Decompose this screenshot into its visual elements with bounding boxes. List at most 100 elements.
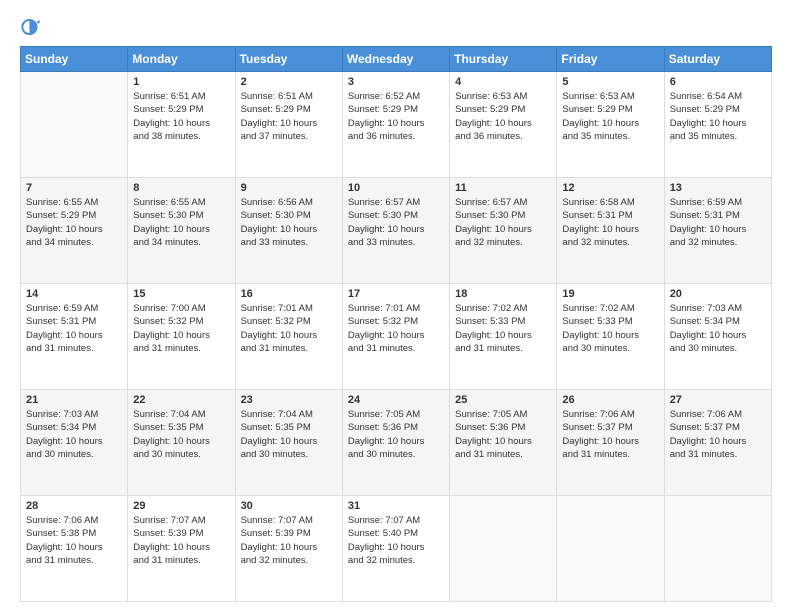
calendar-cell: 31 Sunrise: 7:07 AM Sunset: 5:40 PM Dayli… (342, 496, 449, 602)
day-info: Sunrise: 7:06 AM Sunset: 5:38 PM Dayligh… (26, 514, 122, 567)
calendar-cell: 30Sunrise: 7:07 AM Sunset: 5:39 PM Dayli… (235, 496, 342, 602)
calendar-cell: 24 Sunrise: 7:05 AM Sunset: 5:36 PM Dayli… (342, 390, 449, 496)
day-number: 28 (26, 500, 122, 512)
calendar-week-1: 1 Sunrise: 6:51 AM Sunset: 5:29 PM Daylig… (21, 72, 772, 178)
header (20, 16, 772, 38)
weekday-friday: Friday (557, 47, 664, 72)
calendar-cell: 15Sunrise: 7:00 AM Sunset: 5:32 PM Dayli… (128, 284, 235, 390)
day-number: 12 (562, 182, 658, 194)
day-info: Sunrise: 7:07 AM Sunset: 5:39 PM Dayligh… (133, 514, 229, 567)
calendar-cell (450, 496, 557, 602)
day-number: 1 (133, 76, 229, 88)
day-info: Sunrise: 6:58 AM Sunset: 5:31 PM Dayligh… (562, 196, 658, 249)
day-info: Sunrise: 7:04 AM Sunset: 5:35 PM Dayligh… (133, 408, 229, 461)
day-info: Sunrise: 6:51 AM Sunset: 5:29 PM Dayligh… (241, 90, 337, 143)
day-info: Sunrise: 6:55 AM Sunset: 5:29 PM Dayligh… (26, 196, 122, 249)
day-info: Sunrise: 6:54 AM Sunset: 5:29 PM Dayligh… (670, 90, 766, 143)
day-number: 8 (133, 182, 229, 194)
calendar-cell: 20 Sunrise: 7:03 AM Sunset: 5:34 PM Dayli… (664, 284, 771, 390)
calendar-cell: 10 Sunrise: 6:57 AM Sunset: 5:30 PM Dayli… (342, 178, 449, 284)
day-number: 10 (348, 182, 444, 194)
day-number: 19 (562, 288, 658, 300)
day-number: 25 (455, 394, 551, 406)
logo-icon (20, 16, 42, 38)
day-info: Sunrise: 7:07 AM Sunset: 5:40 PM Dayligh… (348, 514, 444, 567)
calendar-cell: 12 Sunrise: 6:58 AM Sunset: 5:31 PM Dayli… (557, 178, 664, 284)
day-info: Sunrise: 7:04 AM Sunset: 5:35 PM Dayligh… (241, 408, 337, 461)
day-info: Sunrise: 7:05 AM Sunset: 5:36 PM Dayligh… (455, 408, 551, 461)
calendar-cell: 18 Sunrise: 7:02 AM Sunset: 5:33 PM Dayli… (450, 284, 557, 390)
day-number: 4 (455, 76, 551, 88)
weekday-tuesday: Tuesday (235, 47, 342, 72)
day-info: Sunrise: 7:03 AM Sunset: 5:34 PM Dayligh… (670, 302, 766, 355)
day-number: 29 (133, 500, 229, 512)
day-number: 21 (26, 394, 122, 406)
day-info: Sunrise: 7:05 AM Sunset: 5:36 PM Dayligh… (348, 408, 444, 461)
day-number: 30 (241, 500, 337, 512)
calendar-cell (21, 72, 128, 178)
page: SundayMondayTuesdayWednesdayThursdayFrid… (0, 0, 792, 612)
day-number: 13 (670, 182, 766, 194)
calendar-week-5: 28 Sunrise: 7:06 AM Sunset: 5:38 PM Dayli… (21, 496, 772, 602)
weekday-sunday: Sunday (21, 47, 128, 72)
calendar-cell: 25 Sunrise: 7:05 AM Sunset: 5:36 PM Dayli… (450, 390, 557, 496)
calendar-cell: 29 Sunrise: 7:07 AM Sunset: 5:39 PM Dayli… (128, 496, 235, 602)
calendar-week-3: 14 Sunrise: 6:59 AM Sunset: 5:31 PM Dayli… (21, 284, 772, 390)
day-number: 3 (348, 76, 444, 88)
calendar-table: SundayMondayTuesdayWednesdayThursdayFrid… (20, 46, 772, 602)
day-number: 17 (348, 288, 444, 300)
calendar-cell: 17 Sunrise: 7:01 AM Sunset: 5:32 PM Dayli… (342, 284, 449, 390)
day-number: 16 (241, 288, 337, 300)
day-number: 20 (670, 288, 766, 300)
calendar-cell: 13Sunrise: 6:59 AM Sunset: 5:31 PM Dayli… (664, 178, 771, 284)
day-info: Sunrise: 7:03 AM Sunset: 5:34 PM Dayligh… (26, 408, 122, 461)
calendar-cell: 16Sunrise: 7:01 AM Sunset: 5:32 PM Dayli… (235, 284, 342, 390)
calendar-cell: 28 Sunrise: 7:06 AM Sunset: 5:38 PM Dayli… (21, 496, 128, 602)
day-number: 6 (670, 76, 766, 88)
day-info: Sunrise: 6:52 AM Sunset: 5:29 PM Dayligh… (348, 90, 444, 143)
calendar-cell: 21 Sunrise: 7:03 AM Sunset: 5:34 PM Dayli… (21, 390, 128, 496)
calendar-cell: 11 Sunrise: 6:57 AM Sunset: 5:30 PM Dayli… (450, 178, 557, 284)
day-number: 5 (562, 76, 658, 88)
day-number: 24 (348, 394, 444, 406)
weekday-saturday: Saturday (664, 47, 771, 72)
calendar-cell: 22 Sunrise: 7:04 AM Sunset: 5:35 PM Dayli… (128, 390, 235, 496)
day-info: Sunrise: 7:00 AM Sunset: 5:32 PM Dayligh… (133, 302, 229, 355)
day-info: Sunrise: 7:02 AM Sunset: 5:33 PM Dayligh… (455, 302, 551, 355)
day-number: 14 (26, 288, 122, 300)
calendar-cell: 1Sunrise: 6:51 AM Sunset: 5:29 PM Daylig… (128, 72, 235, 178)
calendar-cell: 7 Sunrise: 6:55 AM Sunset: 5:29 PM Daylig… (21, 178, 128, 284)
calendar-cell: 14 Sunrise: 6:59 AM Sunset: 5:31 PM Dayli… (21, 284, 128, 390)
calendar-cell: 26 Sunrise: 7:06 AM Sunset: 5:37 PM Dayli… (557, 390, 664, 496)
day-info: Sunrise: 6:55 AM Sunset: 5:30 PM Dayligh… (133, 196, 229, 249)
day-info: Sunrise: 6:57 AM Sunset: 5:30 PM Dayligh… (348, 196, 444, 249)
day-info: Sunrise: 6:59 AM Sunset: 5:31 PM Dayligh… (26, 302, 122, 355)
day-number: 11 (455, 182, 551, 194)
day-number: 18 (455, 288, 551, 300)
weekday-header-row: SundayMondayTuesdayWednesdayThursdayFrid… (21, 47, 772, 72)
day-info: Sunrise: 7:06 AM Sunset: 5:37 PM Dayligh… (562, 408, 658, 461)
calendar-cell (557, 496, 664, 602)
day-info: Sunrise: 6:53 AM Sunset: 5:29 PM Dayligh… (455, 90, 551, 143)
calendar-cell: 23 Sunrise: 7:04 AM Sunset: 5:35 PM Dayli… (235, 390, 342, 496)
calendar-cell: 19Sunrise: 7:02 AM Sunset: 5:33 PM Dayli… (557, 284, 664, 390)
day-number: 26 (562, 394, 658, 406)
weekday-wednesday: Wednesday (342, 47, 449, 72)
day-number: 22 (133, 394, 229, 406)
day-info: Sunrise: 6:53 AM Sunset: 5:29 PM Dayligh… (562, 90, 658, 143)
calendar-week-4: 21 Sunrise: 7:03 AM Sunset: 5:34 PM Dayli… (21, 390, 772, 496)
day-number: 31 (348, 500, 444, 512)
day-number: 7 (26, 182, 122, 194)
calendar-cell: 5 Sunrise: 6:53 AM Sunset: 5:29 PM Daylig… (557, 72, 664, 178)
day-info: Sunrise: 7:01 AM Sunset: 5:32 PM Dayligh… (348, 302, 444, 355)
calendar-cell: 4 Sunrise: 6:53 AM Sunset: 5:29 PM Daylig… (450, 72, 557, 178)
calendar-cell: 6 Sunrise: 6:54 AM Sunset: 5:29 PM Daylig… (664, 72, 771, 178)
day-info: Sunrise: 6:57 AM Sunset: 5:30 PM Dayligh… (455, 196, 551, 249)
weekday-thursday: Thursday (450, 47, 557, 72)
day-number: 23 (241, 394, 337, 406)
day-info: Sunrise: 7:06 AM Sunset: 5:37 PM Dayligh… (670, 408, 766, 461)
calendar-cell: 9 Sunrise: 6:56 AM Sunset: 5:30 PM Daylig… (235, 178, 342, 284)
day-number: 9 (241, 182, 337, 194)
day-number: 2 (241, 76, 337, 88)
day-info: Sunrise: 6:56 AM Sunset: 5:30 PM Dayligh… (241, 196, 337, 249)
